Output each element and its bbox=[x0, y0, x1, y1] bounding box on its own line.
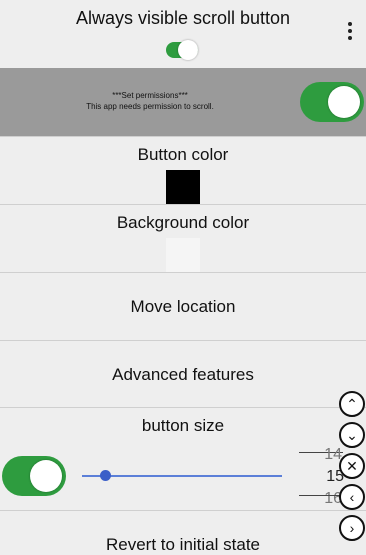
background-color-label: Background color bbox=[116, 213, 250, 232]
header: Always visible scroll button bbox=[0, 0, 366, 68]
visible-toggle[interactable] bbox=[166, 40, 198, 60]
picker-next[interactable]: 16 bbox=[302, 490, 342, 508]
revert-label[interactable]: Revert to initial state bbox=[0, 535, 366, 555]
permission-title: ***Set permissions*** bbox=[112, 91, 188, 100]
advanced-features-row[interactable]: Advanced features bbox=[0, 341, 366, 407]
picker-prev[interactable]: 14 bbox=[302, 446, 342, 464]
permission-toggle[interactable] bbox=[300, 82, 364, 122]
toggle-knob bbox=[178, 40, 198, 60]
move-location-label: Move location bbox=[130, 297, 236, 316]
permission-description: This app needs permission to scroll. bbox=[86, 102, 214, 111]
permission-text: ***Set permissions*** This app needs per… bbox=[40, 90, 260, 112]
permission-banner: ***Set permissions*** This app needs per… bbox=[0, 68, 366, 136]
slider-thumb[interactable] bbox=[100, 470, 111, 481]
button-size-label: button size bbox=[141, 416, 225, 435]
picker-divider bbox=[299, 495, 343, 496]
divider bbox=[0, 407, 366, 408]
scroll-right-icon[interactable]: › bbox=[339, 515, 365, 541]
button-color-swatch[interactable] bbox=[166, 170, 200, 204]
scroll-up-icon[interactable]: ⌃ bbox=[339, 391, 365, 417]
scroll-down-icon[interactable]: ⌄ bbox=[339, 422, 365, 448]
close-icon[interactable]: ✕ bbox=[339, 453, 365, 479]
advanced-features-label: Advanced features bbox=[112, 365, 254, 384]
app-title: Always visible scroll button bbox=[75, 8, 291, 28]
button-size-toggle[interactable] bbox=[2, 456, 66, 496]
toggle-knob bbox=[328, 86, 360, 118]
button-color-label: Button color bbox=[137, 145, 229, 164]
button-color-row[interactable]: Button color bbox=[0, 137, 366, 204]
toggle-knob bbox=[30, 460, 62, 492]
divider bbox=[0, 510, 366, 511]
move-location-row[interactable]: Move location bbox=[0, 273, 366, 340]
background-color-swatch[interactable] bbox=[166, 238, 200, 272]
scroll-left-icon[interactable]: ‹ bbox=[339, 484, 365, 510]
picker-current[interactable]: 15 bbox=[304, 468, 344, 486]
background-color-row[interactable]: Background color bbox=[0, 205, 366, 272]
size-slider[interactable] bbox=[82, 475, 282, 477]
more-vert-icon[interactable] bbox=[346, 20, 354, 42]
